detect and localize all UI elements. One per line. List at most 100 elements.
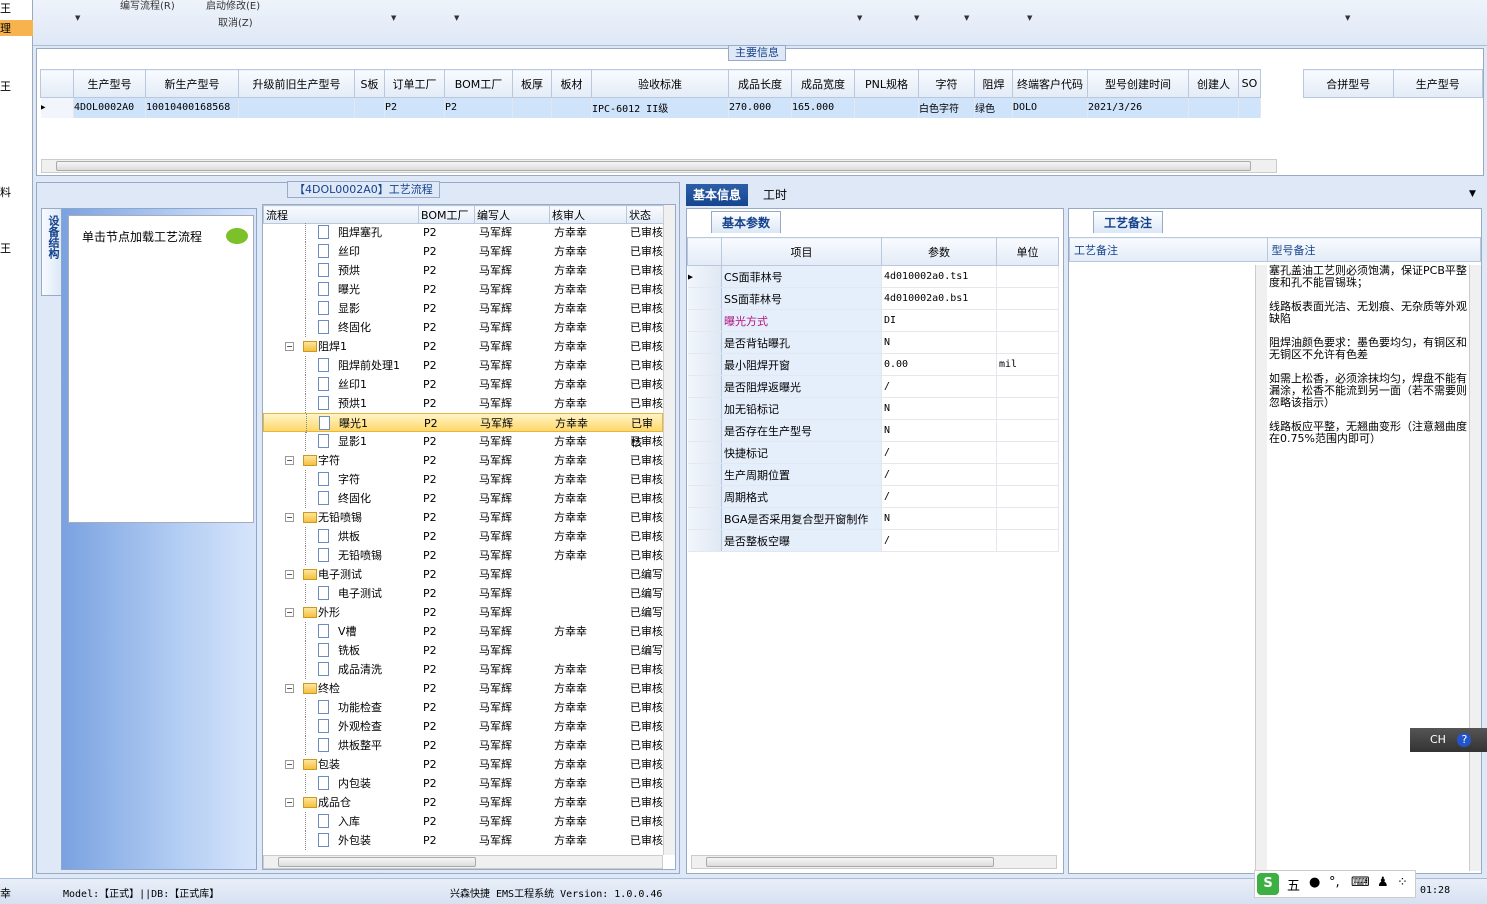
column-header[interactable]: S板 <box>354 69 385 98</box>
param-row[interactable]: 周期格式 / <box>687 485 1059 508</box>
collapse-toggle-icon[interactable]: − <box>285 798 294 807</box>
left-strip-label[interactable]: 王 <box>0 78 11 94</box>
tree-row[interactable]: 预烘 P2 马军辉 方幸幸 已审核 <box>263 261 663 280</box>
chevron-down-icon[interactable]: ▼ <box>1469 189 1476 199</box>
column-header[interactable]: 阻焊 <box>974 69 1013 98</box>
table-cell[interactable]: 2021/3/26 <box>1087 97 1189 118</box>
user-icon[interactable]: ♟ <box>1377 875 1389 890</box>
column-header[interactable]: 字符 <box>918 69 975 98</box>
tree-row[interactable]: 电子测试 P2 马军辉 已编写 <box>263 584 663 603</box>
language-indicator[interactable]: CH ? <box>1410 728 1487 752</box>
table-cell[interactable]: IPC-6012 II级 <box>591 97 729 118</box>
param-value[interactable]: 0.00 <box>881 353 997 376</box>
param-value[interactable]: N <box>881 397 997 420</box>
equipment-structure-tab[interactable]: 设备结构 <box>41 208 63 296</box>
column-header[interactable]: 参数 <box>881 237 997 266</box>
dropdown-arrow-icon[interactable]: ▼ <box>964 14 969 22</box>
param-row[interactable]: 是否整板空曝 / <box>687 529 1059 552</box>
column-header[interactable]: 单位 <box>996 237 1059 266</box>
tree-row[interactable]: 预烘1 P2 马军辉 方幸幸 已审核 <box>263 394 663 413</box>
column-header[interactable]: 状态 <box>626 205 666 224</box>
column-header[interactable]: 新生产型号 <box>145 69 239 98</box>
ime-dot-icon[interactable]: ● <box>1309 875 1320 890</box>
tree-row[interactable]: 显影1 P2 马军辉 方幸幸 已审核 <box>263 432 663 451</box>
param-value[interactable]: N <box>881 507 997 530</box>
remark-vertical-scrollbar[interactable] <box>1255 265 1267 871</box>
column-header[interactable]: 成品长度 <box>728 69 792 98</box>
param-value[interactable]: N <box>881 331 997 354</box>
start-modify-button[interactable]: 启动修改(E) <box>206 0 260 12</box>
tree-row[interactable]: 终固化 P2 马军辉 方幸幸 已审核 <box>263 318 663 337</box>
param-value[interactable]: / <box>881 463 997 486</box>
column-header[interactable]: SO <box>1238 69 1261 98</box>
tree-row[interactable]: 外包装 P2 马军辉 方幸幸 已审核 <box>263 831 663 850</box>
param-row[interactable]: 生产周期位置 / <box>687 463 1059 486</box>
collapse-toggle-icon[interactable]: − <box>285 342 294 351</box>
tree-row[interactable]: 烘板整平 P2 马军辉 方幸幸 已审核 <box>263 736 663 755</box>
table-cell[interactable] <box>1188 97 1239 118</box>
tree-row[interactable]: 烘板 P2 马军辉 方幸幸 已审核 <box>263 527 663 546</box>
remark-vertical-scrollbar[interactable] <box>1469 265 1481 871</box>
tree-row[interactable]: − 外形 P2 马军辉 已编写 <box>263 603 663 622</box>
left-strip-label[interactable]: 王 <box>0 0 11 16</box>
scrollbar-thumb[interactable] <box>706 857 994 867</box>
table-cell[interactable] <box>354 97 385 118</box>
column-header[interactable]: 终端客户代码 <box>1012 69 1088 98</box>
table-cell[interactable]: 绿色 <box>974 97 1013 118</box>
tree-row[interactable]: 丝印 P2 马军辉 方幸幸 已审核 <box>263 242 663 261</box>
tree-row[interactable]: 外观检查 P2 马军辉 方幸幸 已审核 <box>263 717 663 736</box>
column-header[interactable]: 生产型号 <box>73 69 146 98</box>
left-strip-label[interactable]: 料 <box>0 184 11 200</box>
dropdown-arrow-icon[interactable]: ▼ <box>857 14 862 22</box>
column-header[interactable]: 编写人 <box>474 205 550 224</box>
column-header[interactable]: BOM工厂 <box>444 69 513 98</box>
column-header[interactable]: 升级前旧生产型号 <box>238 69 355 98</box>
left-strip-label[interactable]: 理 <box>0 20 33 36</box>
tree-row[interactable]: 阻焊前处理1 P2 马军辉 方幸幸 已审核 <box>263 356 663 375</box>
tree-row[interactable]: − 成品仓 P2 马军辉 方幸幸 已审核 <box>263 793 663 812</box>
column-header[interactable]: 创建人 <box>1188 69 1239 98</box>
param-row[interactable]: ▸ CS面菲林号 4d010002a0.ts1 <box>687 265 1059 288</box>
cancel-button[interactable]: 取消(Z) <box>218 14 253 29</box>
param-row[interactable]: 加无铅标记 N <box>687 397 1059 420</box>
table-row[interactable]: ▸ 4DOL0002A0 10010400168568 P2 P2 IPC-6012 I… <box>40 97 1261 118</box>
tree-row[interactable]: V槽 P2 马军辉 方幸幸 已审核 <box>263 622 663 641</box>
tree-row[interactable]: 终固化 P2 马军辉 方幸幸 已审核 <box>263 489 663 508</box>
ime-punct-icon[interactable]: °, <box>1329 875 1340 890</box>
collapse-toggle-icon[interactable]: − <box>285 513 294 522</box>
tree-row[interactable]: 字符 P2 马军辉 方幸幸 已审核 <box>263 470 663 489</box>
tree-row[interactable]: − 包装 P2 马军辉 方幸幸 已审核 <box>263 755 663 774</box>
param-row[interactable]: 是否存在生产型号 N <box>687 419 1059 442</box>
param-row[interactable]: 最小阻焊开窗 0.00 mil <box>687 353 1059 376</box>
table-cell[interactable]: 270.000 <box>728 97 792 118</box>
table-cell[interactable] <box>1238 97 1261 118</box>
nav-hint-box[interactable]: 单击节点加载工艺流程 <box>68 215 254 523</box>
column-header[interactable]: 工艺备注 <box>1069 237 1268 262</box>
help-icon[interactable]: ? <box>1457 733 1472 747</box>
tree-row[interactable]: − 阻焊1 P2 马军辉 方幸幸 已审核 <box>263 337 663 356</box>
tree-row[interactable]: 无铅喷锡 P2 马军辉 方幸幸 已审核 <box>263 546 663 565</box>
tree-horizontal-scrollbar[interactable] <box>263 855 663 869</box>
table-cell[interactable] <box>551 97 592 118</box>
param-row[interactable]: 是否阻焊返曝光 / <box>687 375 1059 398</box>
param-value[interactable]: 4d010002a0.bs1 <box>881 287 997 310</box>
tree-row[interactable]: 丝印1 P2 马军辉 方幸幸 已审核 <box>263 375 663 394</box>
column-header[interactable]: 订单工厂 <box>384 69 445 98</box>
table-cell[interactable]: 白色字符 <box>918 97 975 118</box>
tree-row[interactable]: − 电子测试 P2 马军辉 已编写 <box>263 565 663 584</box>
tree-row[interactable]: 曝光 P2 马军辉 方幸幸 已审核 <box>263 280 663 299</box>
dropdown-arrow-icon[interactable]: ▼ <box>914 14 919 22</box>
tree-row[interactable]: 入库 P2 马军辉 方幸幸 已审核 <box>263 812 663 831</box>
tab-work-hours[interactable]: 工时 <box>756 184 794 206</box>
params-horizontal-scrollbar[interactable] <box>691 855 1057 869</box>
param-value[interactable]: 4d010002a0.ts1 <box>881 265 997 288</box>
column-header[interactable]: PNL规格 <box>854 69 919 98</box>
collapse-toggle-icon[interactable]: − <box>285 684 294 693</box>
dropdown-arrow-icon[interactable]: ▼ <box>1027 14 1032 22</box>
ime-mode-label[interactable]: 五 <box>1287 875 1300 894</box>
param-value[interactable]: / <box>881 441 997 464</box>
type-remark-text[interactable]: 塞孔盖油工艺则必须饱满，保证PCB平整度和孔不能冒锡珠； 线路板表面光洁、无划痕… <box>1269 265 1469 445</box>
column-header[interactable]: 核审人 <box>549 205 627 224</box>
tab-process-remark[interactable]: 工艺备注 <box>1093 211 1164 233</box>
column-header[interactable]: 板厚 <box>512 69 552 98</box>
